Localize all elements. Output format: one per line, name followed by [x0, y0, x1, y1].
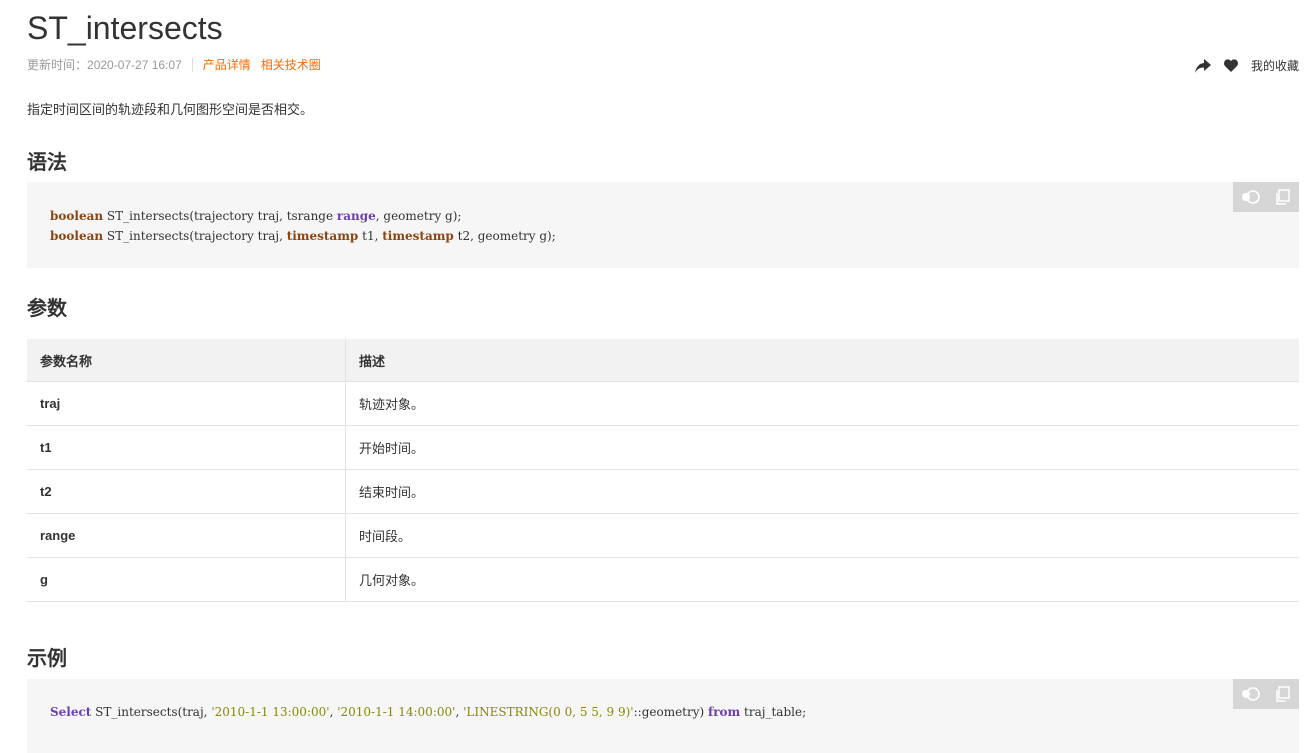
table-header-row: 参数名称 描述 [27, 339, 1299, 382]
theme-toggle-icon[interactable] [1239, 683, 1261, 705]
code-keyword: Select [50, 705, 92, 719]
code-toolbar [1233, 679, 1299, 709]
syntax-code: boolean ST_intersects(trajectory traj, t… [50, 206, 556, 246]
param-desc: 结束时间。 [345, 469, 1299, 514]
code-text: , [455, 705, 464, 719]
example-code-block: Select ST_intersects(traj, '2010-1-1 13:… [27, 679, 1299, 753]
code-keyword: boolean [50, 209, 104, 223]
meta-divider [191, 58, 193, 72]
param-desc: 开始时间。 [345, 425, 1299, 470]
copy-icon[interactable] [1272, 683, 1294, 705]
param-desc: 轨迹对象。 [345, 381, 1299, 426]
table-row: g 几何对象。 [27, 557, 1299, 602]
table-row: t1 开始时间。 [27, 425, 1299, 470]
theme-toggle-icon[interactable] [1239, 186, 1261, 208]
example-code: Select ST_intersects(traj, '2010-1-1 13:… [50, 702, 806, 722]
param-name: t2 [27, 469, 346, 514]
code-string: '2010-1-1 13:00:00' [211, 705, 330, 719]
param-name: g [27, 557, 346, 602]
update-label: 更新时间： [27, 58, 88, 72]
code-toolbar [1233, 182, 1299, 212]
code-text: ST_intersects(trajectory traj, [103, 229, 287, 243]
code-text: t1, [358, 229, 383, 243]
table-row: range 时间段。 [27, 513, 1299, 558]
code-string: '2010-1-1 14:00:00' [337, 705, 456, 719]
update-time: 2020-07-27 16:07 [87, 58, 182, 72]
favorite-link[interactable]: 我的收藏 [1251, 57, 1299, 74]
syntax-code-block: boolean ST_intersects(trajectory traj, t… [27, 182, 1299, 268]
code-text: ST_intersects(trajectory traj, tsrange [103, 209, 337, 223]
column-header-name: 参数名称 [27, 339, 346, 382]
code-text: traj_table; [740, 705, 807, 719]
table-row: t2 结束时间。 [27, 469, 1299, 514]
code-text: , geometry g); [375, 209, 462, 223]
product-detail-link[interactable]: 产品详情 [203, 57, 251, 73]
doc-actions: 我的收藏 [1194, 57, 1299, 74]
param-name: t1 [27, 425, 346, 470]
doc-meta: 更新时间： 2020-07-27 16:07 产品详情 相关技术圈 [27, 57, 331, 73]
params-table: 参数名称 描述 traj 轨迹对象。 t1 开始时间。 t2 结束时间。 ran… [27, 339, 1299, 602]
code-keyword: range [336, 209, 376, 223]
section-title-syntax: 语法 [27, 152, 67, 174]
code-string: 'LINESTRING(0 0, 5 5, 9 9)' [463, 705, 634, 719]
copy-icon[interactable] [1272, 186, 1294, 208]
code-keyword: from [708, 705, 741, 719]
heart-icon[interactable] [1223, 58, 1239, 74]
param-name: range [27, 513, 346, 558]
column-header-desc: 描述 [345, 339, 1299, 382]
code-text: t2, geometry g); [453, 229, 556, 243]
code-text: ST_intersects(traj, [91, 705, 212, 719]
param-desc: 几何对象。 [345, 557, 1299, 602]
table-row: traj 轨迹对象。 [27, 381, 1299, 426]
code-keyword: timestamp [382, 229, 454, 243]
code-keyword: boolean [50, 229, 104, 243]
param-name: traj [27, 381, 346, 426]
page-title: ST_intersects [27, 10, 223, 46]
code-keyword: timestamp [286, 229, 359, 243]
related-circle-link[interactable]: 相关技术圈 [261, 57, 321, 73]
param-desc: 时间段。 [345, 513, 1299, 558]
share-icon[interactable] [1194, 58, 1211, 74]
doc-description: 指定时间区间的轨迹段和几何图形空间是否相交。 [27, 102, 314, 117]
section-title-example: 示例 [27, 648, 67, 670]
section-title-params: 参数 [27, 298, 67, 320]
code-text: ::geometry) [633, 705, 709, 719]
